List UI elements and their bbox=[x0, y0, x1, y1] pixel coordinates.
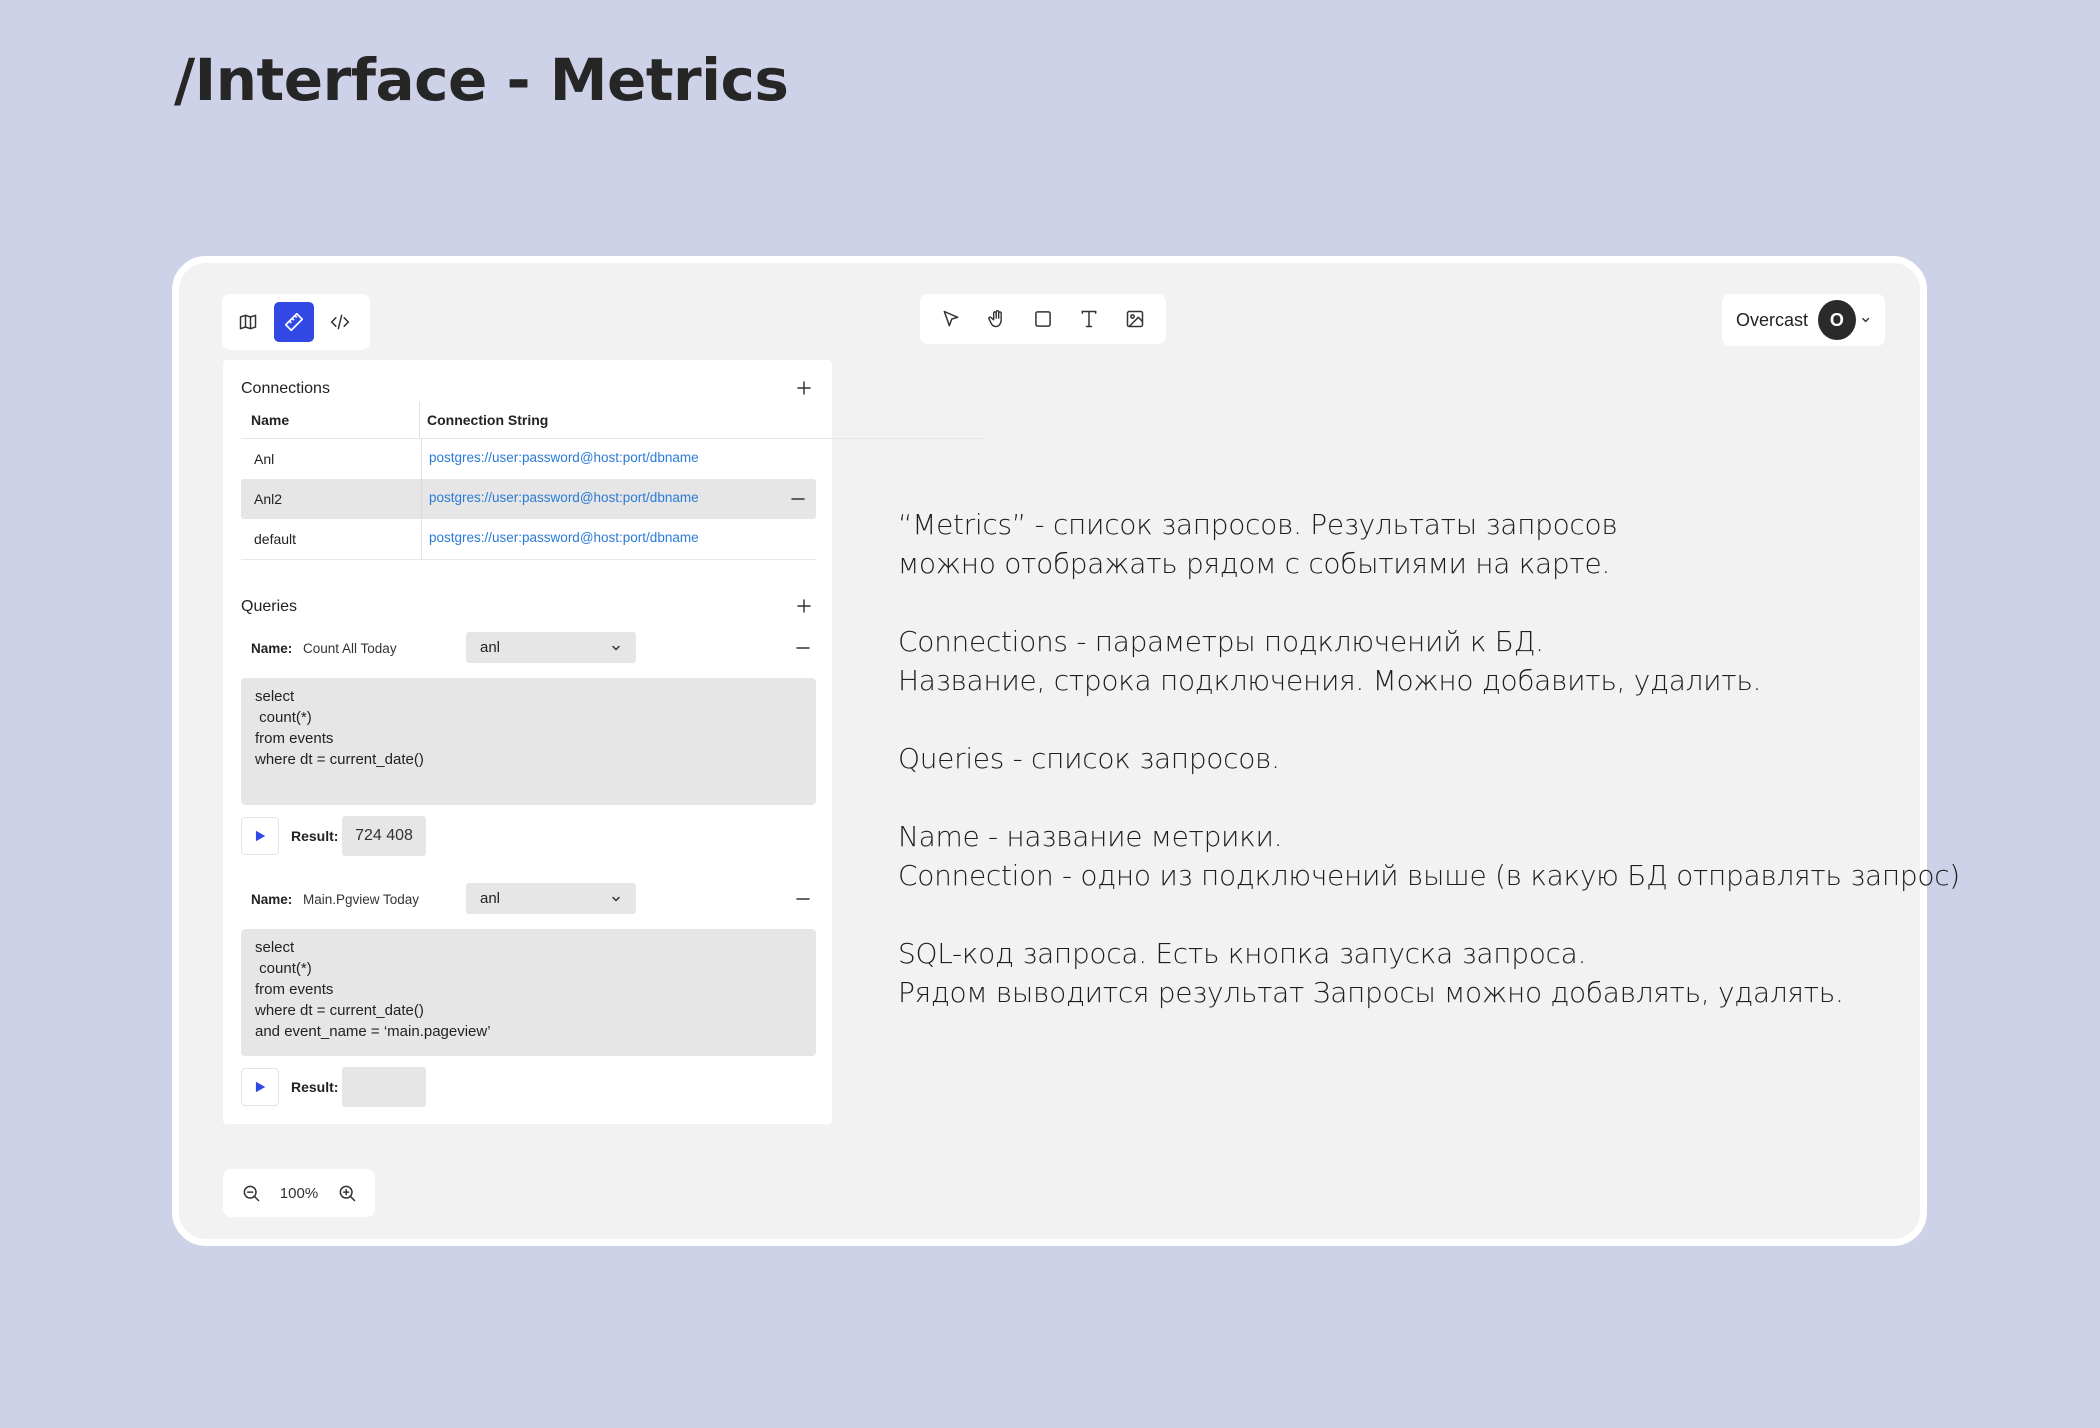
chevron-down-icon bbox=[612, 896, 620, 902]
cell-divider bbox=[421, 439, 422, 479]
connection-select-value: anl bbox=[480, 890, 501, 907]
image-tool-button[interactable] bbox=[1118, 302, 1152, 336]
connection-name: Anl bbox=[254, 451, 275, 467]
remove-query-button[interactable] bbox=[792, 888, 814, 910]
mode-switcher bbox=[222, 294, 370, 350]
minus-icon bbox=[791, 498, 805, 500]
metrics-mode-button[interactable] bbox=[274, 302, 314, 342]
play-icon bbox=[255, 830, 266, 842]
chevron-down-icon bbox=[612, 645, 620, 651]
add-connection-button[interactable] bbox=[793, 377, 815, 399]
description-line: Name - название метрики. bbox=[898, 820, 1283, 853]
row-divider bbox=[241, 559, 816, 560]
hand-icon bbox=[988, 310, 1002, 328]
sql-editor[interactable]: select count(*) from events where dt = c… bbox=[241, 678, 816, 805]
chevron-down-icon bbox=[1861, 317, 1869, 323]
run-query-button[interactable] bbox=[241, 1068, 279, 1106]
zoom-out-icon bbox=[243, 1185, 259, 1202]
code-icon bbox=[330, 314, 350, 330]
zoom-out-button[interactable] bbox=[237, 1179, 265, 1207]
description: “Metrics” - список запросов. Результаты … bbox=[898, 505, 1960, 1051]
zoom-in-button[interactable] bbox=[333, 1179, 361, 1207]
description-metrics: “Metrics” - список запросов. Результаты … bbox=[898, 508, 1618, 580]
connection-row-selected[interactable]: Anl2 postgres://user:password@host:port/… bbox=[241, 479, 816, 519]
rectangle-tool-button[interactable] bbox=[1026, 302, 1060, 336]
cell-divider bbox=[421, 479, 422, 519]
rectangle-icon bbox=[1035, 311, 1051, 327]
result-value bbox=[342, 1067, 426, 1107]
text-icon bbox=[1081, 310, 1097, 328]
description-line: Connection - одно из подключений выше (в… bbox=[898, 859, 1960, 892]
connection-row[interactable]: Anl postgres://user:password@host:port/d… bbox=[241, 439, 816, 479]
plus-icon bbox=[797, 381, 811, 395]
remove-query-button[interactable] bbox=[792, 637, 814, 659]
query-name-value[interactable]: Main.Pgview Today bbox=[303, 892, 419, 907]
connection-select[interactable]: anl bbox=[466, 883, 636, 914]
zoom-level: 100% bbox=[279, 1184, 319, 1202]
connection-string-link[interactable]: postgres://user:password@host:port/dbnam… bbox=[429, 530, 699, 545]
connection-name: Anl2 bbox=[254, 491, 283, 507]
cell-divider bbox=[421, 519, 422, 559]
map-mode-button[interactable] bbox=[228, 302, 268, 342]
cursor-icon bbox=[943, 310, 959, 327]
sql-editor[interactable]: select count(*) from events where dt = c… bbox=[241, 929, 816, 1056]
app-window: Overcast O Connections Name Connection S… bbox=[172, 256, 1960, 1246]
connection-string-link[interactable]: postgres://user:password@host:port/dbnam… bbox=[429, 450, 699, 465]
zoom-in-icon bbox=[339, 1185, 356, 1202]
select-tool-button[interactable] bbox=[934, 302, 968, 336]
plus-icon bbox=[797, 599, 811, 613]
text-tool-button[interactable] bbox=[1072, 302, 1106, 336]
image-icon bbox=[1126, 310, 1144, 328]
description-queries: Queries - список запросов. bbox=[898, 742, 1280, 775]
queries-heading: Queries bbox=[241, 598, 298, 615]
zoom-control: 100% bbox=[223, 1169, 375, 1217]
connection-select[interactable]: anl bbox=[466, 632, 636, 663]
metrics-panel: Connections Name Connection String Anl p… bbox=[223, 360, 986, 1124]
description-line: SQL-код запроса. Есть кнопка запуска зап… bbox=[898, 937, 1587, 970]
connection-row[interactable]: default postgres://user:password@host:po… bbox=[241, 519, 816, 559]
column-divider bbox=[419, 402, 420, 438]
result-label: Result: bbox=[291, 828, 339, 844]
minus-icon bbox=[796, 898, 810, 900]
description-line: Название, строка подключения. Можно доба… bbox=[898, 664, 1762, 697]
add-query-button[interactable] bbox=[793, 595, 815, 617]
map-icon bbox=[239, 314, 257, 330]
description-line: Connections - параметры подключений к БД… bbox=[898, 625, 1544, 658]
profile-name: Overcast bbox=[1736, 309, 1809, 330]
description-name: Name - название метрики. Connection - од… bbox=[898, 817, 1960, 895]
result-value: 724 408 bbox=[342, 816, 426, 856]
connection-string-link[interactable]: postgres://user:password@host:port/dbnam… bbox=[429, 490, 699, 505]
play-icon bbox=[255, 1081, 266, 1093]
description-line: Рядом выводится результат Запросы можно … bbox=[898, 976, 1844, 1009]
avatar: O bbox=[1818, 300, 1856, 340]
drawing-toolbar bbox=[920, 294, 1166, 344]
remove-connection-button[interactable] bbox=[787, 488, 809, 510]
code-mode-button[interactable] bbox=[320, 302, 360, 342]
query-name-label: Name: bbox=[251, 892, 293, 907]
column-header-connection-string: Connection String bbox=[427, 412, 549, 428]
connection-select-value: anl bbox=[480, 639, 501, 656]
pan-tool-button[interactable] bbox=[980, 302, 1014, 336]
connections-heading: Connections bbox=[241, 380, 330, 397]
result-label: Result: bbox=[291, 1079, 339, 1095]
description-sql: SQL-код запроса. Есть кнопка запуска зап… bbox=[898, 934, 1898, 1012]
description-connections: Connections - параметры подключений к БД… bbox=[898, 622, 1898, 700]
query-name-value[interactable]: Count All Today bbox=[303, 641, 397, 656]
page-title: /Interface - Metrics bbox=[174, 46, 789, 114]
column-header-name: Name bbox=[251, 412, 290, 428]
query-name-label: Name: bbox=[251, 641, 293, 656]
profile-menu[interactable]: Overcast O bbox=[1722, 294, 1885, 346]
connection-name: default bbox=[254, 531, 297, 547]
run-query-button[interactable] bbox=[241, 817, 279, 855]
minus-icon bbox=[796, 647, 810, 649]
ruler-icon bbox=[284, 312, 304, 332]
